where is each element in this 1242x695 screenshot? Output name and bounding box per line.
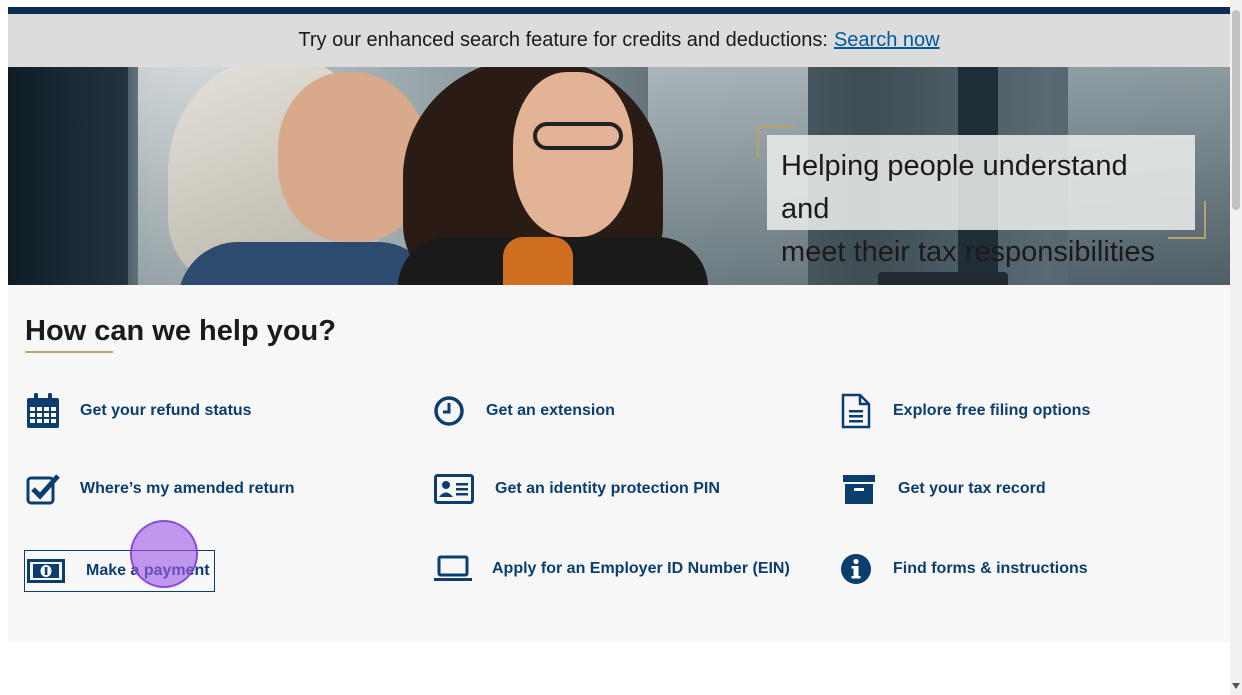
title-underline: [25, 351, 113, 353]
amended-return-link[interactable]: Where’s my amended return: [25, 471, 295, 507]
identity-pin-link[interactable]: Get an identity protection PIN: [433, 471, 720, 507]
top-accent-bar: [8, 7, 1230, 14]
ein-label: Apply for an Employer ID Number (EIN): [492, 560, 790, 577]
forms-instructions-label: Find forms & instructions: [893, 560, 1088, 577]
cursor-highlight: [130, 520, 198, 588]
document-icon: [838, 393, 874, 429]
scroll-down-arrow-icon[interactable]: [1232, 683, 1240, 689]
id-card-icon: [433, 471, 475, 507]
hero-tagline-line1: Helping people understand and: [781, 150, 1128, 225]
hero-corner-decoration: [1168, 201, 1206, 239]
refund-status-label: Get your refund status: [80, 402, 252, 419]
archive-box-icon: [841, 471, 877, 507]
tax-record-link[interactable]: Get your tax record: [841, 471, 1046, 507]
ein-link[interactable]: Apply for an Employer ID Number (EIN): [433, 551, 790, 587]
page: Try our enhanced search feature for cred…: [8, 0, 1230, 695]
search-now-link[interactable]: Search now: [834, 29, 940, 52]
calendar-icon: [25, 393, 61, 429]
help-section: How can we help you? Get your refund sta…: [8, 285, 1230, 642]
forms-instructions-link[interactable]: Find forms & instructions: [838, 551, 1088, 587]
hero-tagline: Helping people understand and meet their…: [767, 135, 1195, 268]
free-filing-label: Explore free filing options: [893, 402, 1091, 419]
free-filing-link[interactable]: Explore free filing options: [838, 393, 1090, 429]
amended-return-label: Where’s my amended return: [80, 480, 295, 497]
tax-record-label: Get your tax record: [898, 480, 1046, 497]
info-icon: [838, 551, 874, 587]
extension-label: Get an extension: [486, 402, 615, 419]
announcement-banner: Try our enhanced search feature for cred…: [8, 14, 1230, 67]
refund-status-link[interactable]: Get your refund status: [25, 393, 252, 429]
scrollbar-thumb[interactable]: [1232, 10, 1240, 210]
checkbox-icon: [25, 471, 61, 507]
identity-pin-label: Get an identity protection PIN: [495, 480, 720, 497]
hero-image: Helping people understand and meet their…: [8, 67, 1230, 285]
hero-tagline-line2: meet their tax responsibilities: [781, 236, 1155, 268]
money-bill-icon: [26, 553, 66, 589]
help-title: How can we help you?: [25, 315, 336, 347]
banner-text: Try our enhanced search feature for cred…: [298, 29, 828, 51]
extension-link[interactable]: Get an extension: [431, 393, 615, 429]
clock-icon: [431, 393, 467, 429]
laptop-icon: [433, 551, 473, 587]
